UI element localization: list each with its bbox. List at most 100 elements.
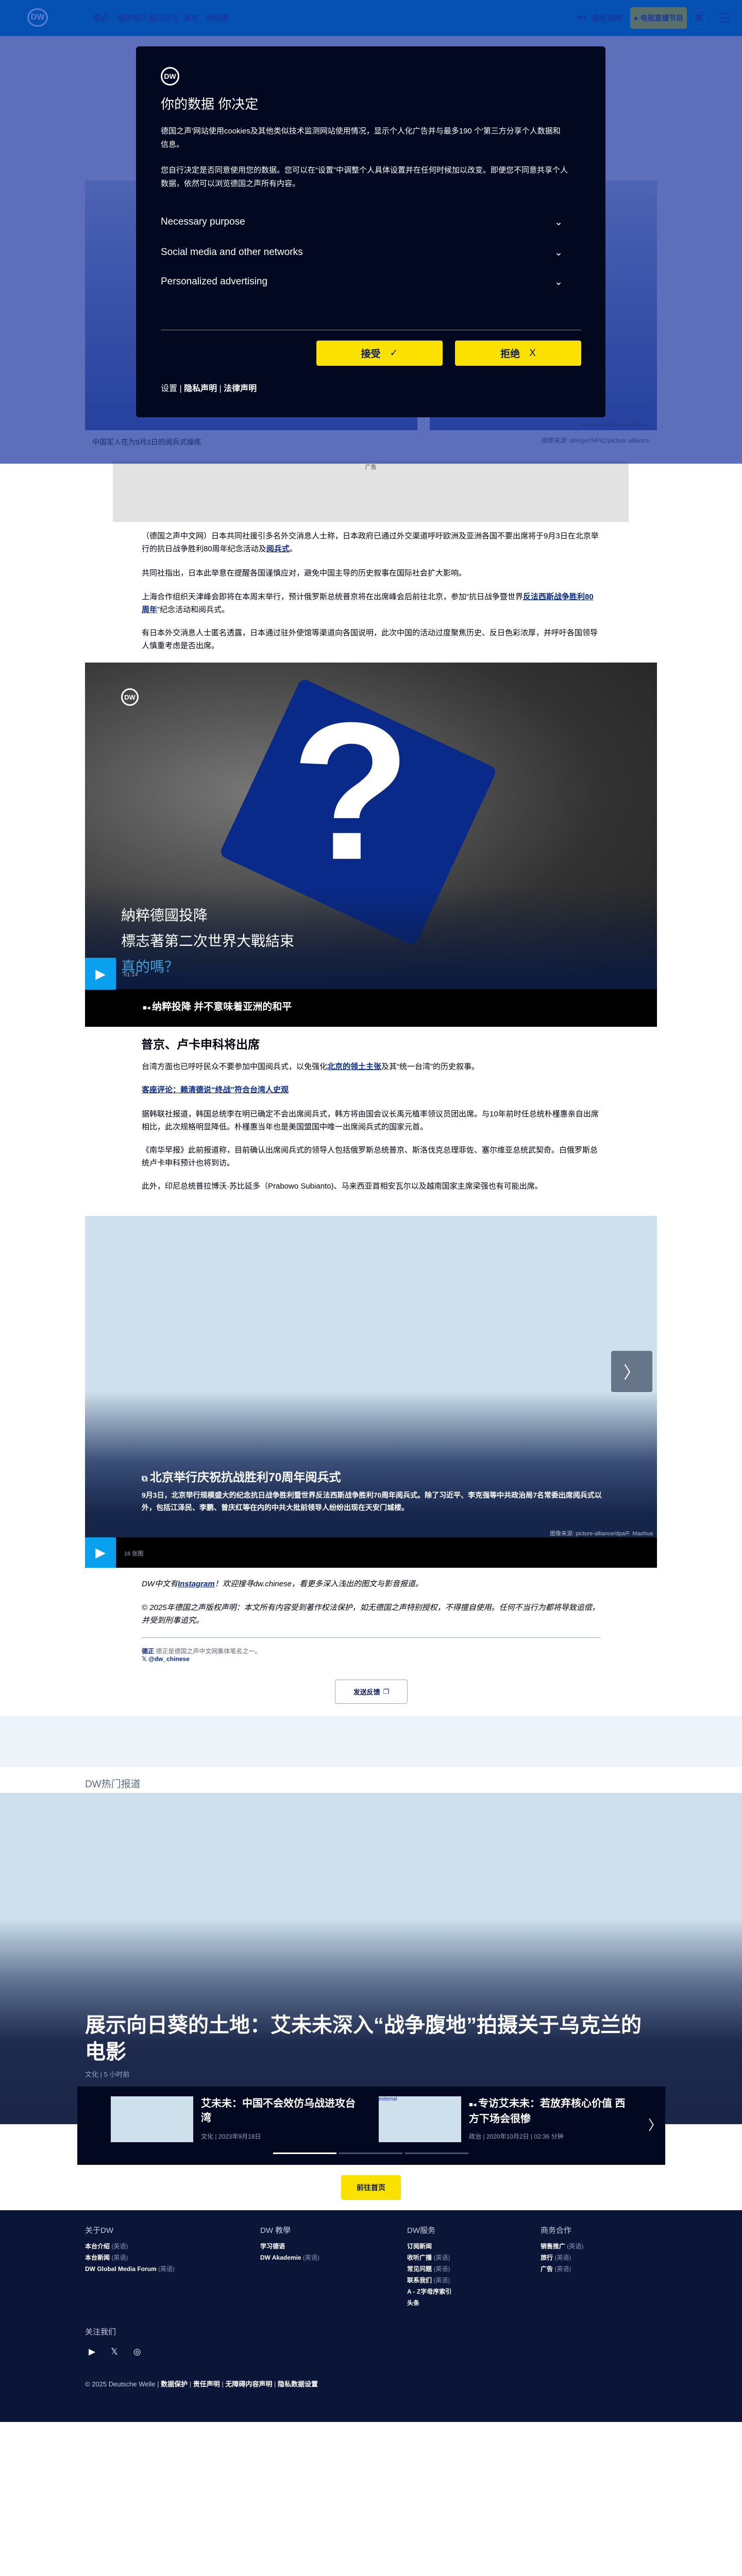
consent-text-2: 您自行决定是否同意使用您的数据。您可以在“设置”中调整个人具体设置并在任何时候加… xyxy=(161,166,568,188)
question-mark-icon: ? xyxy=(291,682,411,901)
language-toggle[interactable]: 繁 xyxy=(693,9,705,27)
privacy-settings-link[interactable]: 隐私数据设置 xyxy=(278,2380,318,2388)
footer-link[interactable]: 本台新闻 (英语) xyxy=(85,2252,175,2263)
data-protection-link[interactable]: 数据保护 xyxy=(161,2380,188,2388)
nav-trump[interactable]: 特朗普 xyxy=(206,12,229,23)
parade-link[interactable]: 阅兵式 xyxy=(266,545,290,553)
image-gallery[interactable]: 〉 ⧉ 北京举行庆祝抗战胜利70周年阅兵式 9月3日，北京举行规模盛大的纪念抗日… xyxy=(85,1216,657,1568)
video-overlay-text: 納粹德國投降 標志著第二次世界大戰結束 真的嗎？ xyxy=(121,907,295,975)
purpose-label: Social media and other networks xyxy=(161,247,303,258)
footer-link[interactable]: 联系我们 (英语) xyxy=(407,2275,451,2286)
article-paragraph: 此外，印尼总统普拉博沃·苏比延多（Prabowo Subianto)、马来西亚首… xyxy=(142,1182,543,1191)
hot-hero-meta: 文化 | 5 小时前 xyxy=(85,2071,130,2078)
hot-hero-title[interactable]: 展示向日葵的土地：艾未未深入“战争腹地”拍摄关于乌克兰的电影 xyxy=(85,2012,657,2065)
footer-link[interactable]: 学习德语 xyxy=(260,2241,319,2252)
site-footer: 关于DW 本台介绍 (英语) 本台新闻 (英语) DW Global Media Fo… xyxy=(0,2210,742,2422)
author-description: 德正是德国之声中文网集体笔名之一。 xyxy=(156,1648,261,1655)
nav-focus[interactable]: 焦点 xyxy=(93,12,108,23)
carousel-progress[interactable] xyxy=(339,2153,402,2154)
article-paragraph: 有日本外交消息人士匿名透露，日本通过驻外使馆等渠道向各国说明，此次中国的活动过度… xyxy=(142,629,598,650)
close-icon: X xyxy=(529,347,536,359)
legal-link[interactable]: 法律声明 xyxy=(224,384,257,393)
play-button[interactable]: ▶ xyxy=(85,958,116,990)
dw-logo: DW xyxy=(121,688,139,706)
article-paragraph: 台湾方面也已呼吁民众不要参加中国阅兵式，以免强化北京的领土主张及其“统一台湾”的… xyxy=(142,1062,480,1071)
related-article-link[interactable]: 客座评论：赖清德说“终战”符合台湾人史观 xyxy=(142,1083,600,1096)
disclaimer-link[interactable]: 责任声明 xyxy=(193,2380,220,2388)
follow-heading: 关注我们 xyxy=(85,2328,116,2336)
card-title[interactable]: 艾未未：中国不会效仿乌战进攻台湾 xyxy=(201,2096,361,2125)
nav-ukraine[interactable]: 俄罗斯入侵乌克兰 xyxy=(117,12,179,23)
card-title[interactable]: ■◂ 专访艾未未：若放弃核心价值 西方下场会很惨 xyxy=(469,2096,629,2126)
author-name[interactable]: 德正 xyxy=(142,1648,154,1655)
instagram-icon[interactable]: ◎ xyxy=(133,2347,141,2357)
reject-button[interactable]: 拒绝 X xyxy=(455,341,581,366)
footer-copyright: © 2025 Deutsche Welle xyxy=(85,2380,156,2388)
card-meta: 政治 | 2020年10月2日 | 02:36 分钟 xyxy=(469,2133,564,2140)
footer-link[interactable]: 常见问题 (英语) xyxy=(407,2263,451,2275)
footer-link[interactable]: 头条 xyxy=(407,2297,451,2309)
youtube-icon[interactable]: ▶ xyxy=(89,2347,95,2357)
carousel-progress-active[interactable] xyxy=(273,2153,336,2154)
ad-region xyxy=(0,1716,742,1767)
send-feedback-button[interactable]: 发送反馈 ❐ xyxy=(335,1680,408,1704)
video-player[interactable]: ? 納粹德國投降 標志著第二次世界大戰結束 真的嗎？ DW 01:14 ▶ ■◂ 纳… xyxy=(85,663,657,1027)
footer-link[interactable]: 订阅新闻 xyxy=(407,2241,451,2252)
dw-logo[interactable]: DW xyxy=(27,8,48,27)
footer-column-heading: DW 教學 xyxy=(260,2226,291,2235)
x-icon[interactable]: 𝕏 xyxy=(111,2347,118,2357)
footer-link[interactable]: 收听广播 (英语) xyxy=(407,2252,451,2263)
image-caption: 中国军人在为9月3日的阅兵式操练 xyxy=(92,438,201,446)
go-home-button[interactable]: 前往首页 xyxy=(341,2175,401,2200)
footer-column-heading: DW服务 xyxy=(407,2226,435,2235)
play-button[interactable]: ▶ xyxy=(85,1537,116,1568)
territory-link[interactable]: 北京的领土主张 xyxy=(327,1062,381,1071)
ad-slot: 广告 xyxy=(113,461,629,522)
purpose-social[interactable]: Social media and other networks ⌄ xyxy=(161,247,563,259)
accept-button[interactable]: 接受 ✓ xyxy=(316,341,443,366)
menu-icon[interactable]: ☰ xyxy=(719,10,731,26)
footer-link[interactable]: 本台介绍 (英语) xyxy=(85,2241,175,2252)
gallery-count: 16 张图 xyxy=(124,1551,144,1557)
author-box: 德正 德正是德国之声中文网集体笔名之一。 𝕏 @dw_chinese xyxy=(142,1647,261,1663)
article-paragraph: 共同社指出，日本此举意在提醒各国谨慎应对，避免中国主导的历史叙事在国际社会扩大影… xyxy=(142,569,467,578)
gallery-next-button[interactable]: 〉 xyxy=(611,1351,652,1392)
consent-footer-links: 设置 | 隐私声明 | 法律声明 xyxy=(161,384,257,393)
purpose-advertising[interactable]: Personalized advertising ⌄ xyxy=(161,276,563,288)
privacy-link[interactable]: 隐私声明 xyxy=(184,384,217,393)
footer-link[interactable]: DW Global Media Forum (英语) xyxy=(85,2263,175,2275)
video-title[interactable]: ■◂ 纳粹投降 并不意味着亚洲的和平 xyxy=(143,999,292,1013)
footer-column: DW 教學学习德语 DW Akademie (英语) xyxy=(260,2225,319,2263)
section-heading: 普京、卢卡申科将出席 xyxy=(141,1038,260,1051)
settings-link[interactable]: 设置 xyxy=(161,384,177,393)
live-dot-icon: ● xyxy=(633,14,638,22)
footer-link[interactable]: DW Akademie (英语) xyxy=(260,2252,319,2263)
carousel-progress[interactable] xyxy=(405,2153,468,2154)
consent-dialog: DW 你的数据 你决定 德国之声'网站使用cookies及其他类似技术监测网站使… xyxy=(136,46,605,417)
video-duration: 01:14 xyxy=(124,972,138,978)
footer-link[interactable]: 销售推广 (英语) xyxy=(541,2241,583,2252)
latest-video-link[interactable]: 最新视频 xyxy=(592,12,622,23)
divider xyxy=(142,1637,600,1638)
instagram-link[interactable]: Instagram xyxy=(178,1580,215,1588)
nav-beijing[interactable]: 新京 xyxy=(183,12,199,23)
site-header: DW 焦点 俄罗斯入侵乌克兰 新京 特朗普 ■◂ 最新视频 ● 电视直播节目 繁 … xyxy=(0,0,742,36)
footer-link[interactable]: A - Z字母序索引 xyxy=(407,2286,451,2297)
purpose-label: Necessary purpose xyxy=(161,216,245,227)
tv-live-button[interactable]: ● 电视直播节目 xyxy=(630,7,687,29)
card-thumbnail[interactable] xyxy=(111,2096,193,2142)
card-meta: 文化 | 2023年9月18日 xyxy=(201,2133,261,2140)
play-icon: ▶ xyxy=(95,965,106,981)
footer-link[interactable]: 广告 (英语) xyxy=(541,2263,583,2275)
footer-link[interactable]: 旅行 (英语) xyxy=(541,2252,583,2263)
gallery-description: 9月3日，北京举行规模盛大的纪念抗日战争胜利暨世界反法西斯战争胜利70周年阅兵式… xyxy=(142,1491,602,1512)
dw-logo: DW xyxy=(161,67,179,86)
purpose-necessary[interactable]: Necessary purpose ⌄ xyxy=(161,216,563,228)
author-x-handle[interactable]: 𝕏 @dw_chinese xyxy=(142,1655,190,1663)
video-icon: ■◂ xyxy=(577,13,586,22)
chevron-down-icon: ⌄ xyxy=(554,277,563,287)
card-thumbnail[interactable]: external xyxy=(379,2096,461,2142)
carousel-next-icon[interactable]: 〉 xyxy=(648,2115,662,2134)
accessibility-link[interactable]: 无障碍内容声明 xyxy=(225,2380,272,2388)
gallery-icon: ⧉ xyxy=(142,1475,150,1483)
